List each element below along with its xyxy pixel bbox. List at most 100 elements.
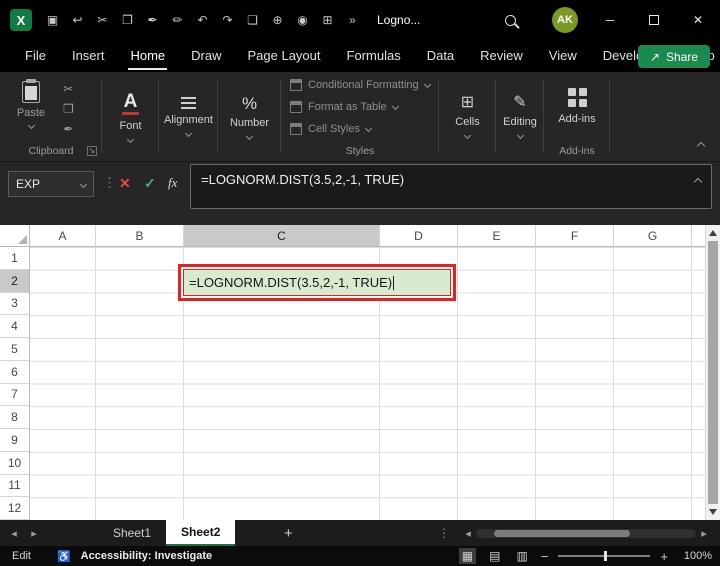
row-header-12[interactable]: 12 — [0, 497, 29, 520]
page-layout-view-icon[interactable]: ▤ — [486, 548, 503, 564]
styles-item-cell-styles[interactable]: Cell Styles — [290, 119, 439, 138]
column-header-g[interactable]: G — [614, 225, 692, 246]
spreadsheet: ABCDEFG 1 2 3 4 5 6 7 8 9 10 11 12 =LOGNORM.DIST(3.… — [0, 225, 720, 520]
menu-tabs: File Insert Home Draw Page Layout Formulas Dat… — [12, 40, 720, 72]
sheet-nav-right-icon[interactable]: ▸ — [24, 527, 44, 540]
menu-tab-formulas[interactable]: Formulas — [334, 40, 414, 72]
formula-bar-collapse-icon[interactable] — [693, 177, 703, 187]
horizontal-scroll-thumb[interactable] — [493, 529, 630, 537]
styles-item-conditional-formatting[interactable]: Conditional Formatting — [290, 75, 439, 94]
ribbon-group-editing[interactable]: ✎ Editing — [496, 72, 544, 161]
cancel-icon[interactable]: ✕ — [119, 175, 131, 192]
row-header-2[interactable]: 2 — [0, 269, 29, 293]
sheet-bar-more-icon[interactable]: ⋮ — [438, 526, 450, 540]
cut-icon[interactable]: ✂ — [90, 0, 115, 40]
scroll-down-icon[interactable] — [709, 509, 717, 515]
horizontal-scrollbar[interactable]: ◂ ▸ — [460, 520, 712, 546]
format-painter-icon[interactable]: ✒ — [140, 0, 165, 40]
row-header-6[interactable]: 6 — [0, 361, 29, 384]
minimize-button[interactable]: ─ — [588, 0, 632, 40]
column-header-f[interactable]: F — [536, 225, 614, 246]
attach-icon[interactable]: ⊕ — [265, 0, 290, 40]
row-header-11[interactable]: 11 — [0, 475, 29, 498]
row-header-3[interactable]: 3 — [0, 293, 29, 316]
undo-arrow-icon[interactable]: ↶ — [190, 0, 215, 40]
column-header-c[interactable]: C — [184, 225, 380, 246]
collapse-ribbon-icon[interactable] — [696, 141, 706, 151]
page-break-view-icon[interactable]: ▥ — [513, 548, 530, 564]
vertical-scroll-thumb[interactable] — [708, 241, 718, 504]
styles-item-format-as-table[interactable]: Format as Table — [290, 97, 439, 116]
share-button[interactable]: ↗ Share — [637, 45, 710, 68]
active-cell[interactable]: =LOGNORM.DIST(3.5,2,-1, TRUE) — [183, 269, 451, 296]
column-header-a[interactable]: A — [30, 225, 96, 246]
menu-tab-page-layout[interactable]: Page Layout — [235, 40, 334, 72]
menu-tab-review[interactable]: Review — [467, 40, 536, 72]
zoom-level[interactable]: 100% — [678, 550, 712, 562]
sheet-tab-sheet1[interactable]: Sheet1 — [98, 520, 166, 546]
sheet-nav-left-icon[interactable]: ◂ — [4, 527, 24, 540]
insert-function-icon[interactable]: fx — [168, 175, 177, 191]
search-icon[interactable] — [505, 14, 516, 26]
row-header-4[interactable]: 4 — [0, 315, 29, 338]
row-header-10[interactable]: 10 — [0, 452, 29, 475]
close-button[interactable]: ✕ — [676, 0, 720, 40]
draw-icon[interactable]: ✏ — [165, 0, 190, 40]
cut-icon[interactable]: ✂ — [63, 82, 74, 96]
excel-logo-icon[interactable]: X — [10, 9, 32, 31]
ribbon-group-cells[interactable]: ⊞ Cells — [439, 72, 496, 161]
maximize-button[interactable] — [632, 0, 676, 40]
new-sheet-button[interactable]: + — [277, 525, 299, 542]
menu-tab-file[interactable]: File — [12, 40, 59, 72]
clipboard-group-content: Paste ✂ ❐ ✒ — [0, 72, 102, 141]
column-header-d[interactable]: D — [380, 225, 458, 246]
hscroll-left-icon[interactable]: ◂ — [460, 527, 476, 540]
menu-tab-home[interactable]: Home — [117, 40, 178, 72]
format-painter-icon[interactable]: ✒ — [63, 122, 74, 136]
menu-tab-insert[interactable]: Insert — [59, 40, 118, 72]
save-icon[interactable]: ▣ — [40, 0, 65, 40]
normal-view-icon[interactable]: ▦ — [458, 548, 477, 564]
zoom-slider[interactable] — [558, 551, 651, 561]
accessibility-status[interactable]: Accessibility: Investigate — [81, 550, 212, 562]
undo-icon[interactable]: ↩ — [65, 0, 90, 40]
menu-tab-view[interactable]: View — [536, 40, 590, 72]
menu-tab-draw[interactable]: Draw — [178, 40, 234, 72]
camera-icon[interactable]: ◉ — [290, 0, 315, 40]
share-icon: ↗ — [649, 49, 660, 64]
copy-icon[interactable]: ❐ — [115, 0, 140, 40]
redo-arrow-icon[interactable]: ↷ — [215, 0, 240, 40]
ribbon-group-number[interactable]: % Number — [218, 72, 281, 161]
copy-icon[interactable]: ❐ — [63, 102, 74, 116]
row-header-1[interactable]: 1 — [0, 247, 29, 270]
ribbon-group-alignment[interactable]: Alignment — [159, 72, 218, 161]
column-header-b[interactable]: B — [96, 225, 184, 246]
clipboard-dialog-launcher-icon[interactable]: ↘ — [87, 146, 97, 156]
paste-button[interactable]: Paste — [10, 79, 52, 141]
row-header-8[interactable]: 8 — [0, 406, 29, 429]
row-header-7[interactable]: 7 — [0, 384, 29, 407]
document-icon[interactable]: ❏ — [240, 0, 265, 40]
sheet-tab-sheet2[interactable]: Sheet2 — [166, 520, 236, 546]
hscroll-right-icon[interactable]: ▸ — [696, 527, 712, 540]
vertical-scrollbar[interactable] — [705, 225, 720, 520]
addins-button[interactable]: Add-ins — [544, 72, 610, 141]
hscroll-track[interactable] — [476, 528, 696, 538]
name-box[interactable]: EXP — [8, 171, 94, 197]
ribbon-group-font[interactable]: A Font — [102, 72, 159, 161]
select-all-corner[interactable] — [0, 225, 30, 247]
menu-tab-data[interactable]: Data — [414, 40, 467, 72]
table-icon[interactable]: ⊞ — [315, 0, 340, 40]
column-header-e[interactable]: E — [458, 225, 536, 246]
enter-icon[interactable]: ✓ — [144, 175, 156, 192]
more-commands-icon[interactable]: » — [340, 0, 365, 40]
formula-input[interactable]: =LOGNORM.DIST(3.5,2,-1, TRUE) — [190, 164, 712, 209]
row-header-9[interactable]: 9 — [0, 429, 29, 452]
ribbon-group-styles: Conditional Formatting Format as Table Cel… — [281, 72, 439, 161]
row-header-5[interactable]: 5 — [0, 338, 29, 361]
zoom-out-button[interactable]: − — [541, 549, 549, 564]
zoom-in-button[interactable]: + — [660, 549, 668, 564]
zoom-slider-thumb[interactable] — [604, 551, 608, 561]
scroll-up-icon[interactable] — [709, 230, 717, 236]
avatar[interactable]: AK — [552, 7, 578, 33]
